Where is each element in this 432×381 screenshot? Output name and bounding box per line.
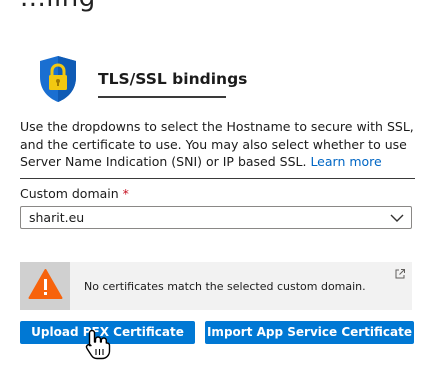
alert-icon-box (20, 262, 70, 310)
custom-domain-label-text: Custom domain (20, 186, 119, 201)
required-marker: * (122, 186, 129, 201)
chevron-down-icon (390, 214, 404, 222)
custom-domain-dropdown[interactable]: sharit.eu (20, 206, 412, 229)
alert-message: No certificates match the selected custo… (84, 280, 366, 293)
tls-ssl-bindings-panel: ...ling TLS/SSL bindings Use the dropdow… (0, 0, 432, 381)
external-link-icon[interactable] (394, 268, 406, 280)
no-certificates-alert: No certificates match the selected custo… (20, 262, 412, 310)
section-title: TLS/SSL bindings (98, 70, 248, 88)
learn-more-link[interactable]: Learn more (310, 154, 381, 169)
custom-domain-label: Custom domain * (20, 186, 129, 201)
warning-icon (28, 269, 63, 299)
shield-lock-icon (40, 56, 76, 102)
bindings-description: Use the dropdowns to select the Hostname… (20, 118, 418, 171)
title-underline (98, 96, 226, 98)
partial-page-title: ...ling (20, 0, 96, 13)
custom-domain-selected-value: sharit.eu (29, 210, 85, 225)
section-divider (20, 178, 415, 179)
import-app-service-certificate-button[interactable]: Import App Service Certificate (205, 321, 414, 344)
hand-pointer-icon (85, 329, 111, 360)
